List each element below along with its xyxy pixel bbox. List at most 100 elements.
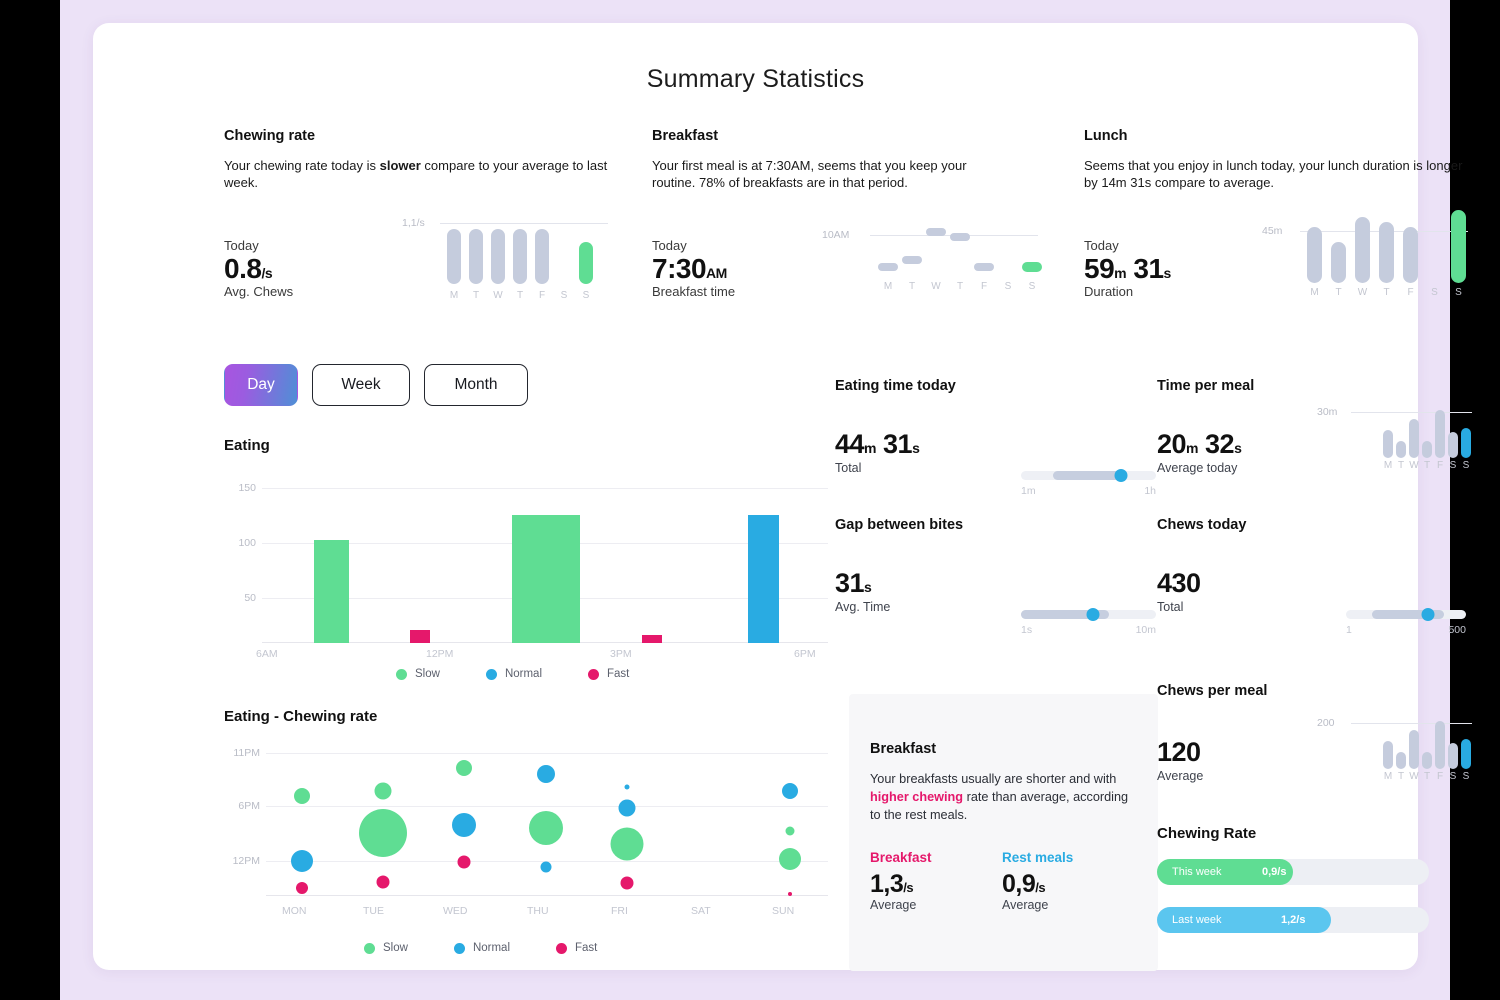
period-toggle-group[interactable]: Day Week Month — [224, 364, 528, 406]
today-value: 7:30AM — [652, 254, 735, 283]
column-caption: Average — [870, 898, 1002, 912]
column-caption: Average — [1002, 898, 1134, 912]
mini-dash — [974, 263, 994, 271]
bar-value: 1,2/s — [1281, 914, 1305, 926]
value-unit: m — [1186, 440, 1198, 456]
page-title: Summary Statistics — [93, 65, 1418, 94]
y-tick: 100 — [224, 537, 256, 549]
legend-item-slow: Slow — [364, 942, 408, 954]
mini-daylabels: M T W T F S S — [1383, 460, 1471, 471]
y-tick: 150 — [224, 482, 256, 494]
breakfast-insight-panel: Breakfast Your breakfasts usually are sh… — [849, 694, 1158, 971]
mini-daylabel: F — [1435, 460, 1445, 471]
bubble-point — [456, 760, 472, 776]
mini-bars — [447, 222, 593, 284]
x-tick: 6AM — [256, 648, 278, 660]
mini-daylabel: T — [902, 281, 922, 292]
slider-knob[interactable] — [1086, 608, 1099, 621]
value-unit: AM — [706, 265, 727, 281]
mini-col-su — [579, 222, 593, 284]
mini-daylabel: S — [1022, 281, 1042, 292]
mini-bar — [513, 229, 527, 284]
bubble-point — [619, 800, 636, 817]
legend-item-fast: Fast — [588, 668, 629, 680]
mini-daylabel: T — [950, 281, 970, 292]
mini-bar — [1379, 222, 1394, 283]
mini-bar — [1403, 227, 1418, 283]
mini-axis-label: 200 — [1317, 717, 1335, 729]
mini-bar — [1307, 227, 1322, 283]
bubble-point — [788, 892, 792, 896]
mini-daylabel: M — [878, 281, 898, 292]
axis-line — [266, 895, 828, 896]
bubble-point — [782, 783, 798, 799]
bubble-point — [375, 783, 392, 800]
today-sub: Duration — [1084, 284, 1171, 299]
mini-daylabel: W — [1409, 460, 1419, 471]
value-unit-2: s — [1164, 265, 1171, 281]
tab-month[interactable]: Month — [424, 364, 528, 406]
legend-dot-fast-icon — [556, 943, 567, 954]
stat-eating-time-today: Eating time today 44m 31s Total 1m 1h — [835, 378, 1135, 394]
bubble-point — [537, 765, 555, 783]
mini-bar — [447, 229, 461, 284]
mini-bar — [491, 229, 505, 284]
mini-daylabel: W — [1355, 287, 1370, 298]
today-value: 0.8/s — [224, 254, 293, 283]
stat-value: 20m 32s — [1157, 430, 1241, 460]
breakfast-mini-chart: 10AM M T W T F S S — [822, 213, 1038, 303]
card-title: Breakfast — [652, 128, 1012, 144]
bubble-point — [452, 813, 476, 837]
stat-sub: Total — [1157, 600, 1201, 614]
mini-daylabel: F — [974, 281, 994, 292]
mini-daylabel: M — [447, 290, 461, 301]
legend-item-normal: Normal — [454, 942, 510, 954]
value-unit-2: s — [912, 440, 919, 456]
stat-title: Time per meal — [1157, 378, 1457, 394]
legend-dot-slow-icon — [364, 943, 375, 954]
mini-bar — [535, 229, 549, 284]
slider-min-label: 1s — [1021, 624, 1032, 636]
tab-day[interactable]: Day — [224, 364, 298, 406]
value-number: 0.8 — [224, 253, 261, 284]
desc-bold: higher chewing — [870, 790, 963, 804]
value-number: 44 — [835, 429, 864, 459]
stat-gap-between-bites: Gap between bites 31s Avg. Time 1s 10m — [835, 517, 1135, 533]
mini-daylabel: T — [513, 290, 527, 301]
stat-title: Eating time today — [835, 378, 1135, 394]
x-tick: 6PM — [794, 648, 816, 660]
slider-min-label: 1 — [1346, 624, 1352, 636]
section-title-eating-chewing-rate: Eating - Chewing rate — [224, 708, 377, 725]
mini-col-m — [447, 222, 461, 284]
rest-meals-column: Rest meals 0,9/s Average — [1002, 850, 1134, 912]
stat-title: Chews per meal — [1157, 683, 1457, 699]
stat-chews-today: Chews today 430 Total 1 500 — [1157, 517, 1457, 533]
value-number: 1,3 — [870, 870, 903, 898]
today-block: Today 59m 31s Duration — [1084, 238, 1171, 299]
bubble-point — [541, 862, 552, 873]
bubble-point — [611, 828, 644, 861]
gridline — [266, 806, 828, 807]
mini-bar — [1448, 743, 1458, 769]
mini-col-t — [469, 222, 483, 284]
chewing-rate-mini-chart: 1,1/s M T W T F S — [402, 208, 608, 298]
mini-axis-label: 30m — [1317, 406, 1337, 418]
legend-bubble: Slow Normal Fast — [364, 942, 597, 954]
column-value: 1,3/s — [870, 871, 1002, 897]
breakfast-column: Breakfast 1,3/s Average — [870, 850, 1002, 912]
stat-value-block: 120 Average — [1157, 738, 1203, 783]
bubble-point — [359, 809, 407, 857]
mini-daylabel: S — [1427, 287, 1442, 298]
bar-slow-1 — [314, 540, 349, 643]
mini-daylabels: M T W T F S S — [878, 281, 1042, 292]
mini-col-f — [535, 222, 549, 284]
legend-label: Fast — [575, 942, 597, 954]
slider-knob[interactable] — [1421, 608, 1434, 621]
today-sub: Avg. Chews — [224, 284, 293, 299]
breakfast-panel-inner: Breakfast Your breakfasts usually are sh… — [870, 741, 1134, 912]
slider-knob[interactable] — [1114, 469, 1127, 482]
bubble-point — [621, 877, 634, 890]
summary-card-chewing-rate: Chewing rate Your chewing rate today is … — [224, 128, 609, 192]
card-title: Chewing rate — [224, 128, 609, 144]
tab-week[interactable]: Week — [312, 364, 410, 406]
